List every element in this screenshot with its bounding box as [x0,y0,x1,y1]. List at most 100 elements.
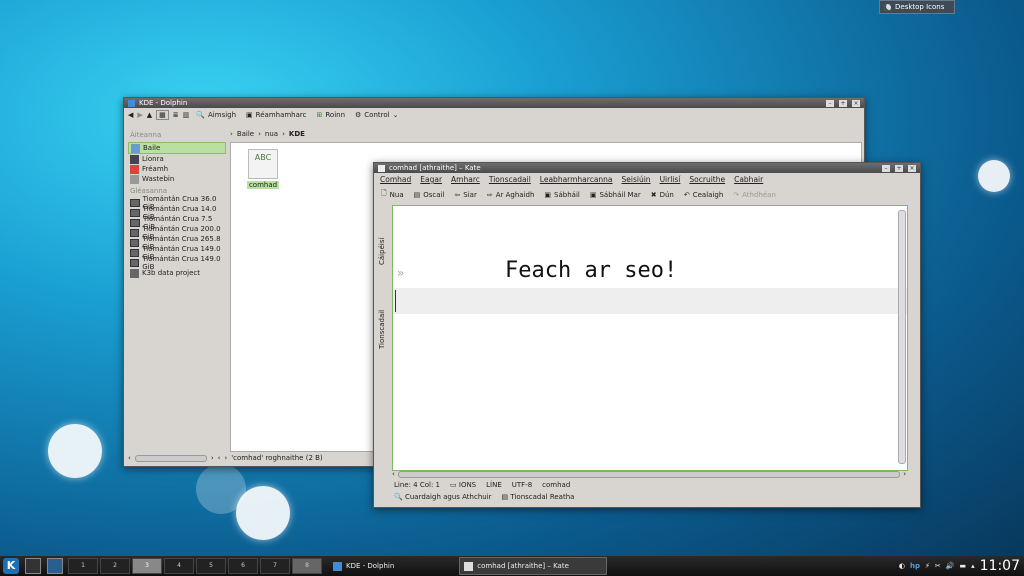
kate-app-icon [464,561,474,571]
desktop-pager-item[interactable]: 2 [100,558,130,574]
desktop-pager-item[interactable]: 7 [260,558,290,574]
back-icon[interactable]: ◀ [128,111,133,119]
kate-titlebar[interactable]: comhad [athraithe] – Kate – + × [374,163,920,173]
undo-button[interactable]: ↶ Cealaigh [681,190,726,200]
vertical-scrollbar[interactable] [898,210,906,464]
place-item-network[interactable]: Líonra [128,154,226,164]
save-as-button[interactable]: ▣ Sábháil Mar [587,190,644,200]
terminal-icon[interactable] [25,558,41,574]
redo-button[interactable]: ↷ Athdhéan [730,190,779,200]
show-desktop-icon[interactable] [47,558,63,574]
forward-button[interactable]: ⇨ Ar Aghaidh [484,190,538,200]
cursor-position: Line: 4 Col: 1 [394,481,441,489]
save-button[interactable]: ▣ Sábháil [541,190,582,200]
menu-projects[interactable]: Tionscadail [489,175,531,184]
horizontal-scrollbar[interactable]: ‹ › [392,470,906,478]
tools-icon[interactable]: ✂ [935,562,941,570]
chevron-right-icon[interactable]: › [903,470,906,478]
desktop-pager-item[interactable]: 1 [68,558,98,574]
menu-bookmarks[interactable]: Leabharmharcanna [540,175,613,184]
details-view-icon[interactable]: ≣ [173,111,179,119]
close-button[interactable]: × [852,99,860,107]
clock[interactable]: 11:07 [980,558,1020,574]
device-item[interactable]: Tiomántán Crua 149.0 GiB [128,255,226,271]
removable-device-icon[interactable]: ▬ [960,562,967,570]
close-doc-button[interactable]: ✖ Dún [648,190,677,200]
chevron-left-icon[interactable]: ‹ [392,470,395,478]
update-icon[interactable]: ◐ [899,562,905,570]
dolphin-titlebar[interactable]: KDE - Dolphin – + × [124,98,864,108]
menu-sessions[interactable]: Seisiúin [622,175,651,184]
chevron-right-icon: › [230,130,233,138]
menu-help[interactable]: Cabhair [734,175,763,184]
tab-current-project[interactable]: ▤ Tionscadal Reatha [502,493,575,501]
menu-edit[interactable]: Eagar [420,175,442,184]
scroll-track[interactable] [397,470,901,478]
insert-mode[interactable]: ▭ IONS [450,481,476,489]
up-icon[interactable]: ▲ [147,111,152,119]
insert-mode-icon: ▭ [450,481,457,489]
desktop-pager-item[interactable]: 4 [164,558,194,574]
desktop-pager-item[interactable]: 8 [292,558,322,574]
columns-view-icon[interactable]: ▥ [183,111,190,119]
encoding[interactable]: UTF-8 [512,481,532,489]
control-button[interactable]: ⚙ Control ⌄ [352,110,401,120]
menu-settings[interactable]: Socruithe [689,175,725,184]
forward-icon: ⇨ [486,190,493,199]
breadcrumb-item[interactable]: Baile [237,130,254,138]
menu-tools[interactable]: Uirlisí [660,175,681,184]
system-tray: ◐ hp ⚡ ✂ 🔊 ▬ ▴ 11:07 [899,558,1024,574]
desktop-pager-item[interactable]: 5 [196,558,226,574]
maximize-button[interactable]: + [895,164,903,172]
kate-app-icon [378,164,385,172]
chevron-left-icon[interactable]: ‹ [128,454,131,462]
chevron-right-icon[interactable]: › [224,454,227,462]
preview-button[interactable]: ▣ Réamhamharc [243,110,309,120]
desktop-pager-item[interactable]: 6 [228,558,258,574]
kate-statusbar: Line: 4 Col: 1 ▭ IONS LÍNE UTF-8 comhad [394,481,570,489]
taskbar: K 1 2 3 4 5 6 7 8 KDE - Dolphin comhad [… [0,556,1024,576]
places-scrollbar[interactable] [134,454,207,462]
place-item-home[interactable]: Baile [128,142,226,154]
task-dolphin[interactable]: KDE - Dolphin [328,557,399,575]
kate-window[interactable]: comhad [athraithe] – Kate – + × Comhad E… [373,162,921,508]
close-button[interactable]: × [908,164,916,172]
icons-view-icon[interactable]: ▦ [156,110,169,120]
desktop-icons-button[interactable]: Desktop Icons [879,0,955,14]
text-editor[interactable]: » Feach ar seo! [392,205,908,471]
kate-bottom-tabs: 🔍 Cuardaigh agus Athchuir ▤ Tionscadal R… [394,493,574,501]
volume-icon[interactable]: 🔊 [946,562,955,570]
line-mode[interactable]: LÍNE [486,481,502,489]
file-item[interactable]: ABC comhad [247,149,279,189]
back-button[interactable]: ⇦ Siar [451,190,479,200]
new-button[interactable]: 🗋 Nua [378,188,407,201]
maximize-button[interactable]: + [839,99,847,107]
kde-menu-icon[interactable]: K [3,558,19,574]
menu-view[interactable]: Amharc [451,175,480,184]
network-icon[interactable]: ⚡ [925,562,930,570]
chevron-right-icon[interactable]: › [211,454,214,462]
minimize-button[interactable]: – [882,164,890,172]
tab-search-replace[interactable]: 🔍 Cuardaigh agus Athchuir [394,493,492,501]
split-button[interactable]: ⊞ Roinn [313,110,348,120]
places-panel: Áiteanna Baile Líonra Fréamh Wastebin Gl… [128,128,226,450]
hard-disk-icon [130,259,140,267]
open-button[interactable]: ▤ Oscail [411,190,448,200]
task-kate[interactable]: comhad [athraithe] – Kate [459,557,608,575]
chevron-left-icon[interactable]: ‹ [218,454,221,462]
hp-icon[interactable]: hp [910,562,920,570]
tab-documents[interactable]: Cáipéisí [378,205,386,265]
place-item-wastebin[interactable]: Wastebin [128,174,226,184]
bokeh-light [196,464,246,514]
tray-expand-icon[interactable]: ▴ [971,562,975,570]
forward-icon[interactable]: ▶ [137,111,142,119]
breadcrumb-item[interactable]: nua [265,130,278,138]
menu-file[interactable]: Comhad [380,175,411,184]
tab-projects[interactable]: Tionscadail [378,269,386,349]
desktop-pager-item[interactable]: 3 [132,558,162,574]
place-item-root[interactable]: Fréamh [128,164,226,174]
breadcrumb-item[interactable]: KDE [289,130,305,138]
bokeh-light [48,424,102,478]
minimize-button[interactable]: – [826,99,834,107]
search-button[interactable]: 🔍 Aimsigh [193,110,239,120]
